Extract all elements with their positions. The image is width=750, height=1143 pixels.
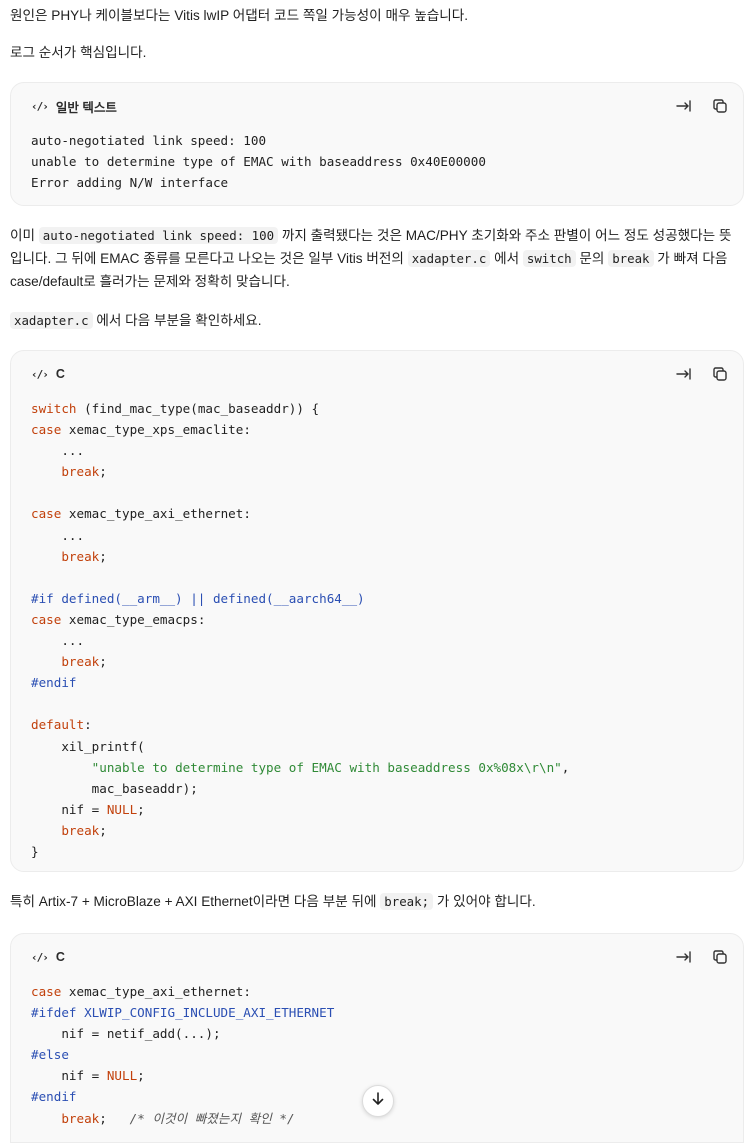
- paragraph-intro: 원인은 PHY나 케이블보다는 Vitis lwIP 어댑터 코드 쪽일 가능성…: [10, 8, 469, 23]
- code-icon: ‹/›: [31, 367, 49, 381]
- paragraph-check: xadapter.c 에서 다음 부분을 확인하세요.: [10, 309, 740, 332]
- paragraph-explanation: 이미 auto-negotiated link speed: 100 까지 출력…: [10, 227, 732, 289]
- code-block-header: ‹/› C: [31, 946, 729, 968]
- inline-code: break;: [380, 893, 434, 910]
- scroll-down-button[interactable]: [362, 1085, 394, 1117]
- wrap-lines-icon[interactable]: [675, 365, 693, 383]
- code-block-c-switch: ‹/› C switch (find_mac_type(mac_baseaddr…: [10, 350, 744, 872]
- code-language: ‹/› C: [31, 367, 65, 381]
- copy-icon[interactable]: [711, 365, 729, 383]
- wrap-lines-icon[interactable]: [675, 97, 693, 115]
- code-line: unable to determine type of EMAC with ba…: [31, 154, 486, 170]
- code-icon: ‹/›: [31, 950, 49, 964]
- arrow-down-icon: [370, 1091, 386, 1112]
- code-line: auto-negotiated link speed: 100: [31, 133, 267, 148]
- code-block-plaintext: ‹/› 일반 텍스트 auto-negotiated link speed: 1…: [10, 82, 744, 206]
- inline-code: break: [608, 250, 654, 267]
- copy-icon[interactable]: [711, 97, 729, 115]
- code-line: Error adding N/W interface: [31, 175, 229, 191]
- code-language: ‹/› C: [31, 950, 65, 964]
- code-language-label: C: [55, 950, 65, 964]
- paragraph-log-order: 로그 순서가 핵심입니다.: [10, 45, 147, 60]
- inline-code: auto-negotiated link speed: 100: [38, 227, 279, 244]
- code-language: ‹/› 일반 텍스트: [31, 97, 117, 116]
- paragraph-artix: 특히 Artix-7 + MicroBlaze + AXI Ethernet이라…: [10, 893, 536, 910]
- inline-code: switch: [522, 250, 576, 267]
- inline-code: xadapter.c: [407, 250, 491, 267]
- code-content: auto-negotiated link speed: 100 unable t…: [31, 130, 486, 193]
- code-content: switch (find_mac_type(mac_baseaddr)) { c…: [31, 401, 570, 859]
- code-block-header: ‹/› 일반 텍스트: [31, 95, 729, 117]
- code-block-header: ‹/› C: [31, 363, 729, 385]
- inline-code: xadapter.c: [10, 312, 93, 329]
- code-icon: ‹/›: [31, 99, 49, 113]
- code-content: case xemac_type_axi_ethernet: #ifdef XLW…: [31, 984, 335, 1126]
- code-language-label: C: [55, 367, 65, 381]
- copy-icon[interactable]: [711, 948, 729, 966]
- code-language-label: 일반 텍스트: [55, 100, 117, 115]
- wrap-lines-icon[interactable]: [675, 948, 693, 966]
